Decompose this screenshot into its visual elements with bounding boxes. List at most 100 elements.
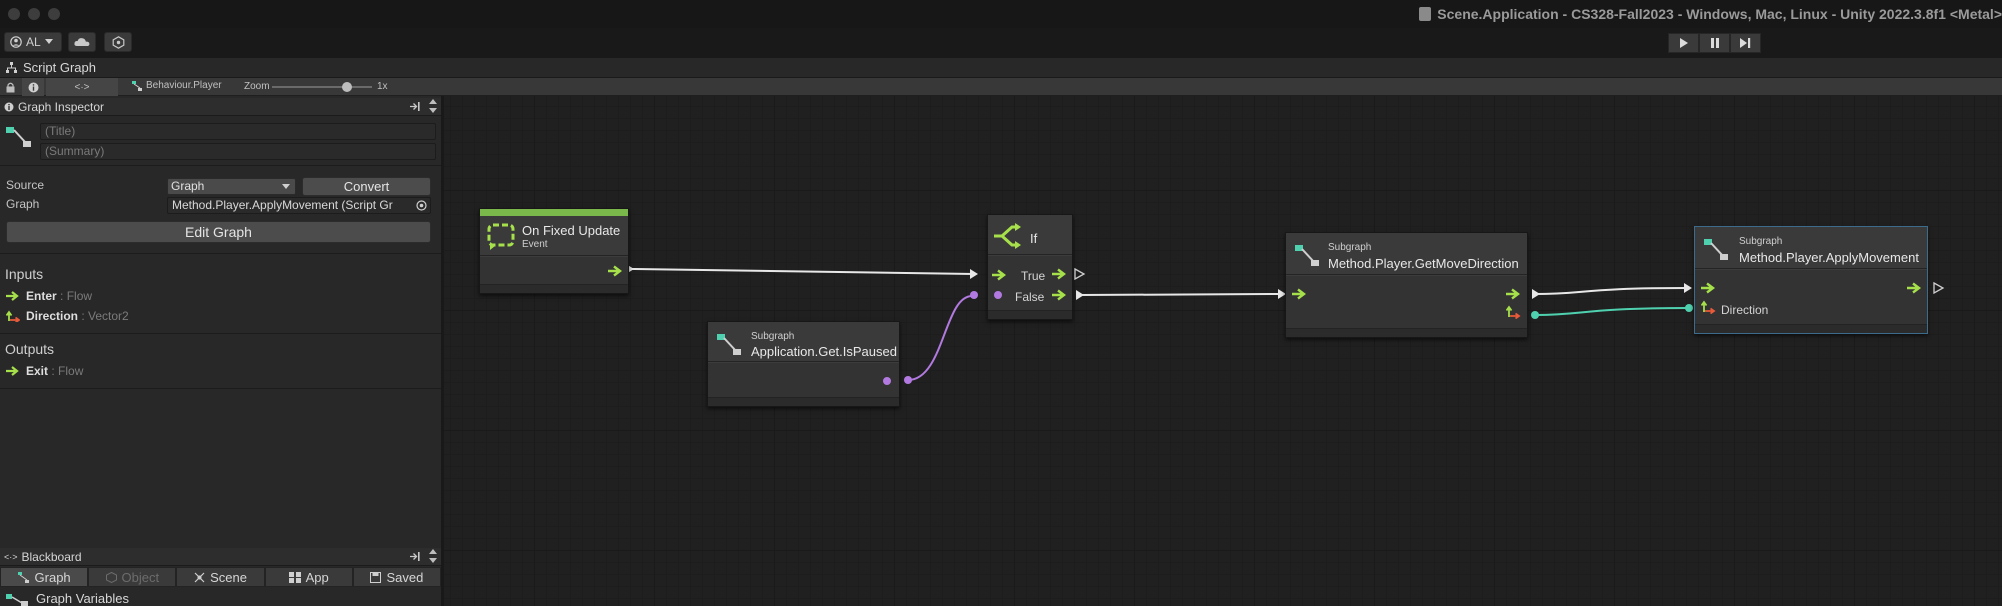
cloud-button[interactable]: [68, 32, 96, 52]
pause-button[interactable]: [1699, 33, 1730, 53]
flow-wire[interactable]: [1079, 293, 1283, 296]
node-footer: [1286, 328, 1527, 337]
code-brackets-icon: <·>: [74, 81, 90, 93]
vector2-wire[interactable]: [1535, 307, 1689, 316]
node-apply-movement[interactable]: Subgraph Method.Player.ApplyMovement Dir…: [1694, 226, 1928, 334]
flow-wire[interactable]: [1535, 287, 1689, 295]
unconnected-output-icon[interactable]: [1933, 282, 1945, 294]
flow-in-port[interactable]: [1292, 288, 1308, 300]
source-dropdown[interactable]: Graph: [167, 178, 296, 195]
bool-port[interactable]: [970, 291, 978, 299]
flow-out-port[interactable]: [1506, 288, 1522, 300]
source-value: Graph: [171, 179, 205, 193]
tab-saved-label: Saved: [386, 569, 424, 585]
scroll-arrows-icon: [429, 549, 437, 563]
zoom-slider-handle[interactable]: [342, 82, 352, 92]
script-graph-title: Script Graph: [23, 60, 96, 75]
vector2-port[interactable]: [1685, 304, 1693, 312]
tab-app[interactable]: App: [264, 567, 353, 587]
node-title: Application.Get.IsPaused: [751, 344, 897, 359]
flow-arrow-marker: [1532, 289, 1540, 299]
unconnected-output-icon[interactable]: [1074, 268, 1086, 280]
title-field[interactable]: (Title): [40, 123, 436, 140]
zoom-slider[interactable]: [272, 82, 372, 92]
tab-graph[interactable]: Graph: [0, 567, 89, 587]
dock-panel-button[interactable]: [408, 99, 422, 113]
node-get-move-direction[interactable]: Subgraph Method.Player.GetMoveDirection: [1285, 232, 1528, 338]
flow-out-port[interactable]: [1907, 282, 1923, 294]
scroll-arrows[interactable]: [428, 98, 440, 116]
event-loop-icon: [487, 223, 515, 250]
inputs-heading: Inputs: [5, 266, 44, 282]
play-button[interactable]: [1668, 33, 1699, 53]
tab-scene-label: Scene: [210, 569, 247, 585]
false-flow-out-port[interactable]: [1052, 289, 1068, 301]
node-body: [480, 257, 628, 285]
node-is-paused[interactable]: Subgraph Application.Get.IsPaused: [707, 321, 900, 407]
scroll-arrows[interactable]: [428, 548, 440, 566]
vector2-in-port[interactable]: [1701, 300, 1717, 314]
flow-in-port[interactable]: [1701, 282, 1717, 294]
branch-icon: [994, 223, 1021, 249]
vector2-port[interactable]: [1531, 311, 1539, 319]
account-icon: [10, 36, 22, 48]
script-graph-window-tab[interactable]: Script Graph: [0, 58, 2002, 78]
tab-saved[interactable]: Saved: [352, 567, 442, 587]
graph-canvas[interactable]: On Fixed Update Event If True False Subg…: [444, 96, 2002, 606]
left-panel: Graph Inspector (Title) (Summary) Source…: [0, 96, 444, 606]
bool-wire[interactable]: [907, 295, 973, 381]
true-flow-out-port[interactable]: [1052, 268, 1068, 280]
bool-out-port[interactable]: [883, 377, 891, 385]
object-picker-icon[interactable]: [416, 200, 427, 211]
flow-wire[interactable]: [631, 268, 975, 275]
dock-panel-button[interactable]: [408, 549, 422, 563]
node-footer: [480, 284, 628, 293]
subgraph-icon: [1704, 239, 1728, 260]
app-icon: [288, 571, 301, 583]
subgraph-icon: [717, 334, 741, 355]
play-icon: [1679, 38, 1688, 48]
node-footer: [988, 310, 1072, 319]
close-window-button[interactable]: [8, 8, 20, 20]
play-controls: [1668, 33, 1761, 53]
subgraph-icon: [1295, 245, 1319, 266]
bool-port[interactable]: [904, 376, 912, 384]
outputs-heading: Outputs: [5, 341, 55, 357]
flow-in-port[interactable]: [992, 269, 1008, 281]
tab-object[interactable]: Object: [88, 567, 177, 587]
code-brackets-icon: <·>: [4, 551, 18, 562]
tab-object-label: Object: [121, 569, 160, 585]
true-port-label: True: [1021, 269, 1046, 283]
vector2-out-port[interactable]: [1506, 305, 1522, 319]
condition-in-port[interactable]: [994, 291, 1002, 299]
flow-out-port[interactable]: [608, 265, 624, 277]
info-icon: [28, 82, 38, 92]
false-port-label: False: [1015, 290, 1045, 304]
flow-arrow-icon: [6, 366, 19, 376]
graph-icon: [17, 571, 29, 583]
node-if[interactable]: If True False: [987, 214, 1073, 320]
graph-object-field[interactable]: Method.Player.ApplyMovement (Script Gr: [167, 197, 431, 214]
convert-button[interactable]: Convert: [302, 177, 431, 196]
graph-inspector-header: Graph Inspector: [0, 98, 441, 116]
code-view-button[interactable]: <·>: [46, 78, 118, 96]
node-kind: Subgraph: [751, 331, 795, 342]
lock-button[interactable]: [3, 80, 17, 94]
graph-variables-section: Graph Variables: [6, 591, 129, 606]
scroll-arrows-icon: [429, 99, 437, 113]
tab-scene[interactable]: Scene: [176, 567, 265, 587]
graph-inspector-title: Graph Inspector: [18, 99, 105, 114]
graph-toolbar: <·> Behaviour.Player Zoom 1x: [0, 78, 2002, 96]
collab-button[interactable]: [104, 32, 132, 52]
edit-graph-button[interactable]: Edit Graph: [6, 221, 431, 243]
summary-field[interactable]: (Summary): [40, 143, 436, 160]
step-button[interactable]: [1730, 33, 1761, 53]
minimize-window-button[interactable]: [28, 8, 40, 20]
account-dropdown[interactable]: AL: [4, 32, 62, 52]
node-on-fixed-update[interactable]: On Fixed Update Event: [479, 208, 629, 294]
main-toolbar: AL: [0, 28, 2002, 58]
input-enter-name: Enter: [26, 289, 57, 303]
inspector-toggle-button[interactable]: [22, 78, 44, 96]
zoom-window-button[interactable]: [48, 8, 60, 20]
breadcrumb[interactable]: Behaviour.Player: [132, 80, 222, 91]
